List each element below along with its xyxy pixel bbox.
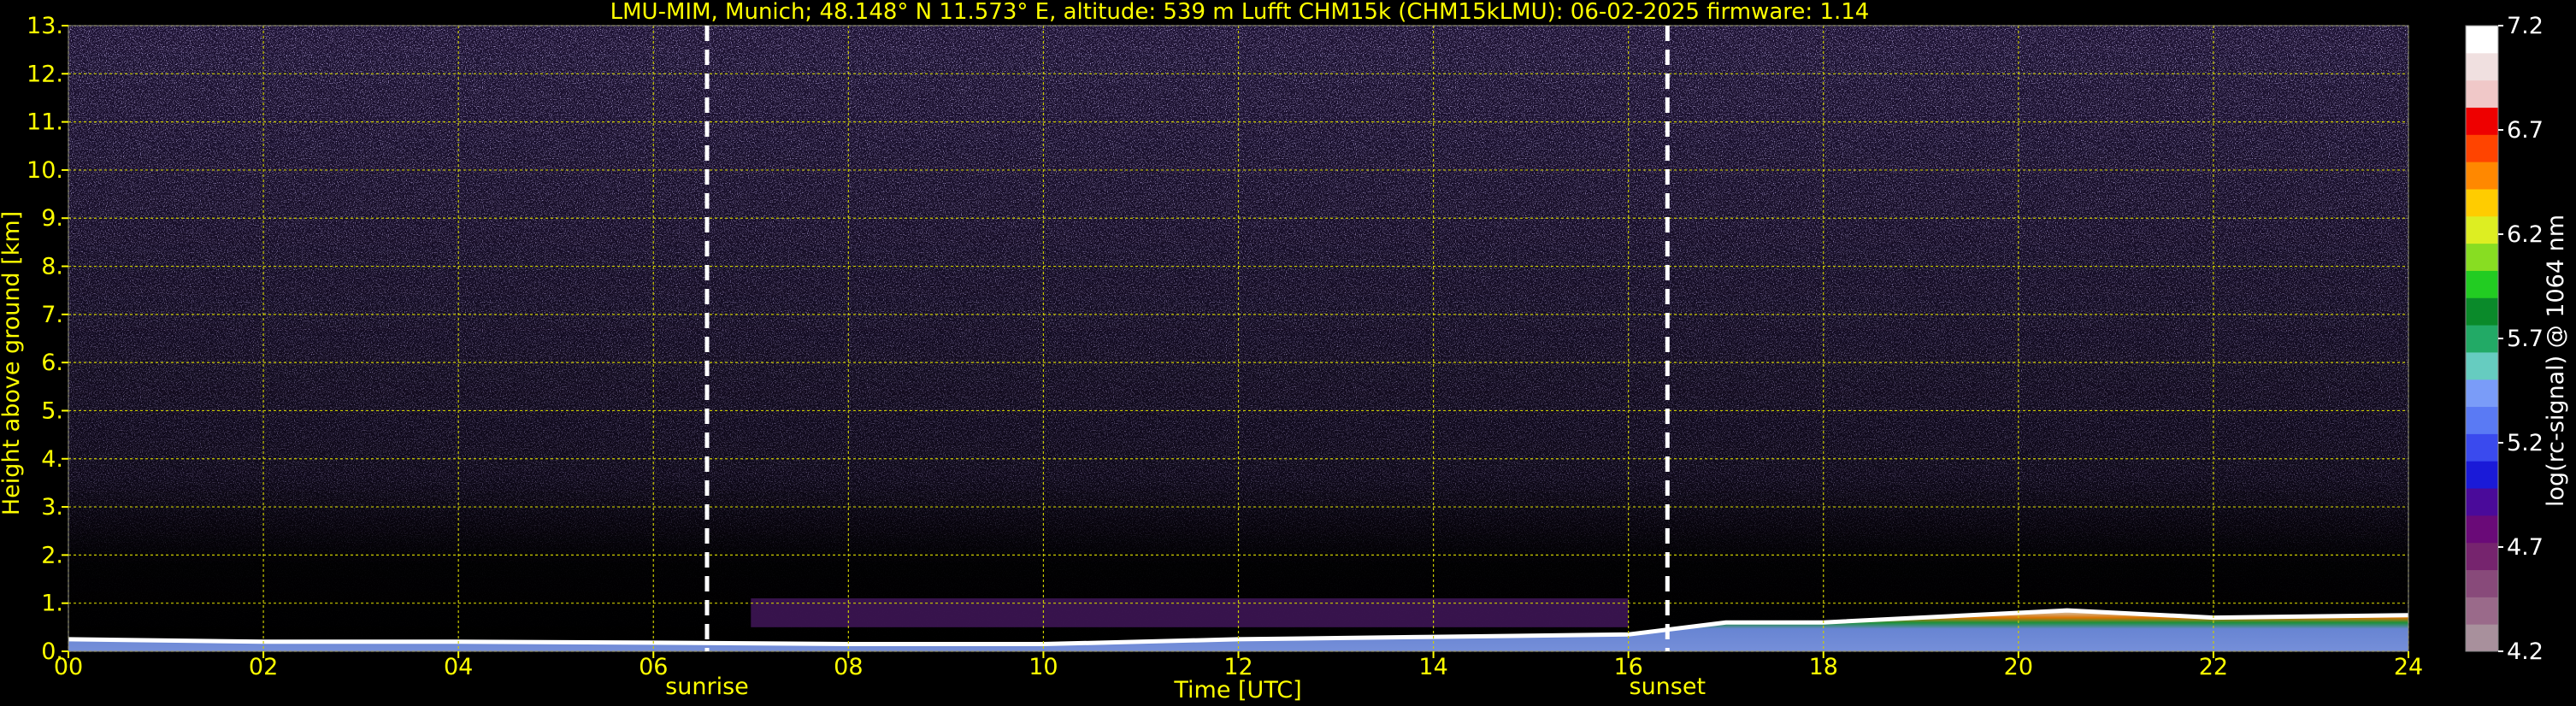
x-tick-label: 24 <box>2394 654 2423 680</box>
ceilometer-chart: LMU-MIM, Munich; 48.148° N 11.573° E, al… <box>0 0 2576 706</box>
x-tick-label: 18 <box>1809 654 1838 680</box>
colorbar-segment <box>2466 379 2498 408</box>
colorbar-segment <box>2466 134 2498 162</box>
sunrise-label: sunrise <box>665 674 749 700</box>
colorbar-segment <box>2466 79 2498 108</box>
colorbar-segment <box>2466 515 2498 544</box>
colorbar-segment <box>2466 542 2498 571</box>
colorbar-segment <box>2466 597 2498 625</box>
y-tick-label: 13. <box>27 13 63 39</box>
y-tick-label: 5. <box>41 397 63 424</box>
x-tick-label: 20 <box>2004 654 2033 680</box>
colorbar-tick-label: 6.7 <box>2507 117 2544 144</box>
colorbar-tick-label: 4.2 <box>2507 638 2544 665</box>
colorbar-tick-label: 4.7 <box>2507 534 2544 561</box>
x-tick-label: 08 <box>834 654 863 680</box>
colorbar-segment <box>2466 351 2498 380</box>
x-tick-label: 02 <box>249 654 278 680</box>
y-axis-label: Height above ground [km] <box>0 211 25 515</box>
colorbar-segment <box>2466 488 2498 516</box>
colorbar-segment <box>2466 406 2498 434</box>
colorbar-tick-label: 6.2 <box>2507 221 2544 248</box>
colorbar-segment <box>2466 270 2498 298</box>
colorbar-segment <box>2466 243 2498 271</box>
colorbar-segment <box>2466 26 2498 54</box>
colorbar-label: log(rc-signal) @ 1064 nm <box>2543 215 2569 507</box>
colorbar-segment <box>2466 215 2498 244</box>
colorbar-tick-label: 5.7 <box>2507 326 2544 352</box>
y-tick-label: 8. <box>41 254 63 280</box>
x-axis-label: Time [UTC] <box>1173 677 1301 703</box>
colorbar-segment <box>2466 162 2498 190</box>
y-tick-label: 6. <box>41 350 63 376</box>
colorbar-segment <box>2466 52 2498 81</box>
y-tick-label: 0. <box>41 638 63 665</box>
colorbar-tick-label: 5.2 <box>2507 430 2544 456</box>
x-tick-label: 22 <box>2199 654 2228 680</box>
y-tick-label: 12. <box>27 61 63 87</box>
x-tick-label: 14 <box>1418 654 1447 680</box>
colorbar-segment <box>2466 325 2498 353</box>
colorbar-segment <box>2466 569 2498 597</box>
y-tick-label: 7. <box>41 302 63 328</box>
y-tick-label: 3. <box>41 494 63 521</box>
x-tick-label: 06 <box>639 654 668 680</box>
colorbar-segment <box>2466 461 2498 489</box>
y-tick-label: 2. <box>41 542 63 568</box>
y-tick-label: 1. <box>41 591 63 617</box>
y-tick-label: 10. <box>27 157 63 184</box>
chart-title: LMU-MIM, Munich; 48.148° N 11.573° E, al… <box>610 0 1870 25</box>
x-tick-label: 16 <box>1613 654 1642 680</box>
colorbar-segment <box>2466 297 2498 326</box>
colorbar-segment <box>2466 624 2498 652</box>
y-tick-label: 11. <box>27 109 63 136</box>
colorbar-segment <box>2466 433 2498 462</box>
y-tick-label: 4. <box>41 446 63 473</box>
colorbar-tick-label: 7.2 <box>2507 13 2544 39</box>
colorbar-segment <box>2466 188 2498 217</box>
x-tick-label: 10 <box>1029 654 1058 680</box>
colorbar-segment <box>2466 107 2498 135</box>
y-tick-label: 9. <box>41 205 63 232</box>
x-tick-label: 04 <box>444 654 473 680</box>
